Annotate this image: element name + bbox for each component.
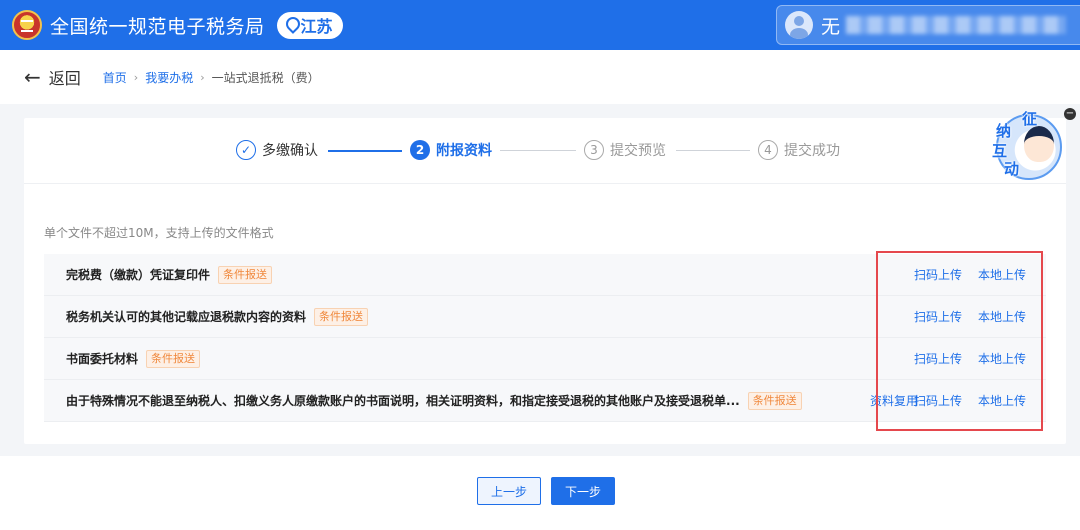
user-name: 无 xyxy=(821,15,841,38)
step-success: 4 提交成功 xyxy=(758,140,840,160)
upload-hint: 单个文件不超过10M，支持上传的文件格式 xyxy=(44,226,274,240)
breadcrumb: 首页 › 我要办税 › 一站式退抵税（费） xyxy=(103,69,320,86)
footer: 上一步 下一步 xyxy=(0,456,1080,530)
step-connector xyxy=(328,150,402,152)
condition-tag: 条件报送 xyxy=(747,391,802,410)
region-selector[interactable]: 江苏 xyxy=(276,11,343,39)
file-name: 由于特殊情况不能退至纳税人、扣缴义务人原缴款账户的书面说明，相关证明资料，和指定… xyxy=(66,394,740,408)
breadcrumb-home[interactable]: 首页 xyxy=(103,69,127,86)
breadcrumb-current: 一站式退抵税（费） xyxy=(211,70,320,85)
step-label: 多缴确认 xyxy=(262,143,318,159)
back-arrow-icon: ← xyxy=(24,65,41,89)
next-step-button[interactable]: 下一步 xyxy=(551,477,615,505)
step-label: 提交成功 xyxy=(784,143,840,159)
helper-char: 动 xyxy=(1004,160,1020,178)
condition-tag: 条件报送 xyxy=(218,265,273,284)
step-label: 附报资料 xyxy=(436,143,492,159)
breadcrumb-bar: ← 返回 首页 › 我要办税 › 一站式退抵税（费） xyxy=(0,50,1080,104)
step-number: 3 xyxy=(584,140,604,160)
step-connector xyxy=(676,150,750,151)
chevron-right-icon: › xyxy=(133,70,139,84)
back-button[interactable]: ← 返回 xyxy=(24,65,81,89)
user-name-redacted xyxy=(846,16,1067,34)
helper-char: 纳 xyxy=(996,122,1012,140)
helper-close-icon[interactable]: − xyxy=(1064,108,1076,120)
robot-avatar-icon xyxy=(1024,126,1054,162)
file-name: 税务机关认可的其他记载应退税款内容的资料 xyxy=(66,310,307,324)
step-preview: 3 提交预览 xyxy=(584,140,666,160)
prev-step-button[interactable]: 上一步 xyxy=(477,477,541,505)
step-attachments: 2 附报资料 xyxy=(410,140,492,160)
step-label: 提交预览 xyxy=(610,143,666,159)
interaction-helper[interactable]: 征 纳 互 动 xyxy=(986,108,1066,188)
region-label: 江苏 xyxy=(300,17,333,36)
top-header: 全国统一规范电子税务局 江苏 无 xyxy=(0,0,1080,50)
step-number: 4 xyxy=(758,140,778,160)
progress-steps: ✓ 多缴确认 2 附报资料 3 提交预览 4 提交成功 xyxy=(24,118,1066,184)
condition-tag: 条件报送 xyxy=(146,349,201,368)
chevron-right-icon: › xyxy=(200,70,205,84)
site-title: 全国统一规范电子税务局 xyxy=(50,15,265,38)
location-pin-icon xyxy=(285,17,297,33)
back-label: 返回 xyxy=(48,69,81,88)
step-number: 2 xyxy=(410,140,430,160)
tax-emblem-icon xyxy=(12,10,42,40)
avatar-icon xyxy=(785,11,813,39)
highlight-annotation xyxy=(876,251,1043,431)
check-icon: ✓ xyxy=(236,140,256,160)
breadcrumb-tax[interactable]: 我要办税 xyxy=(145,69,193,86)
helper-char: 征 xyxy=(1022,110,1038,128)
file-name: 完税费（缴款）凭证复印件 xyxy=(66,268,211,282)
step-confirm: ✓ 多缴确认 xyxy=(236,140,318,160)
user-account[interactable]: 无 xyxy=(776,5,1080,45)
condition-tag: 条件报送 xyxy=(314,307,369,326)
file-name: 书面委托材料 xyxy=(66,352,139,366)
step-connector xyxy=(500,150,576,151)
